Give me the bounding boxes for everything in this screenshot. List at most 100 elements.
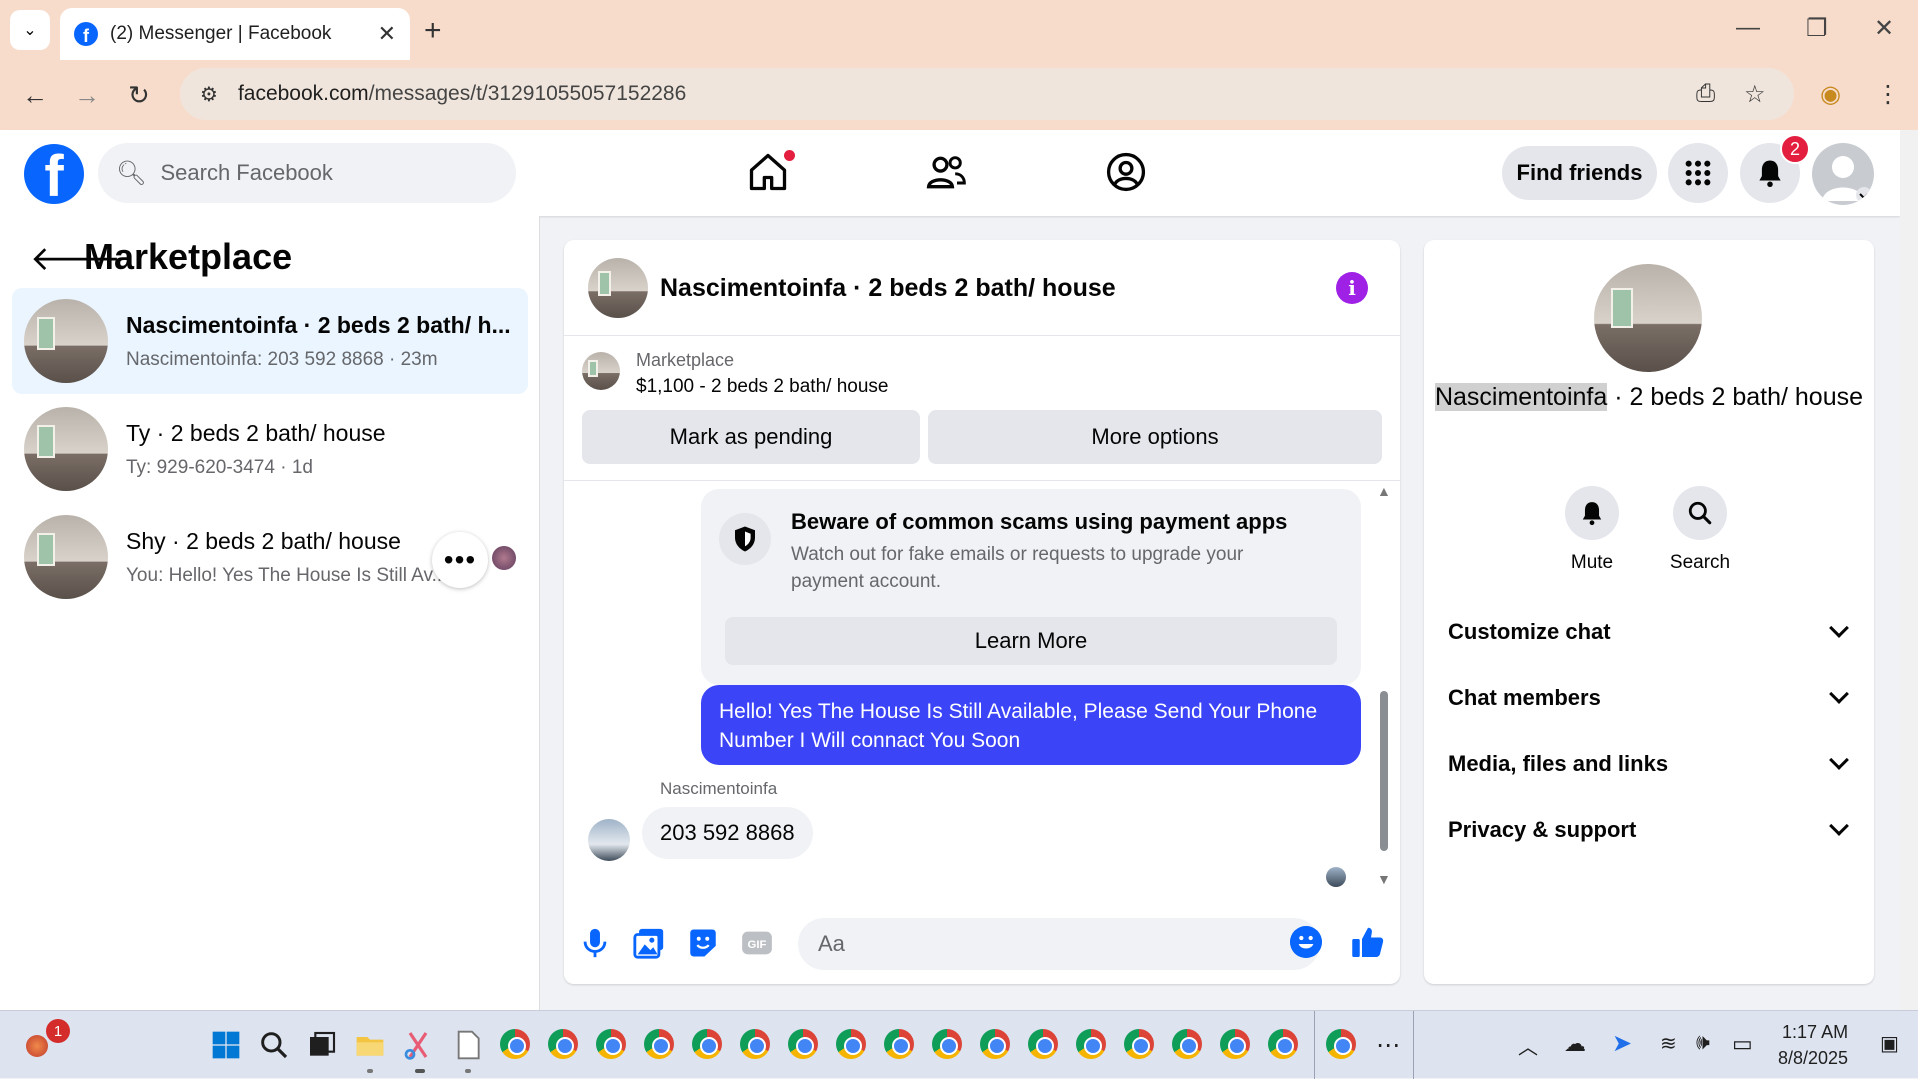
sender-avatar[interactable] xyxy=(588,819,630,861)
chrome-window-icon[interactable] xyxy=(596,1029,626,1059)
forward-icon[interactable]: → xyxy=(74,80,100,111)
location-icon[interactable]: ➤ xyxy=(1612,1029,1632,1058)
scroll-down-icon[interactable]: ▼ xyxy=(1377,871,1391,887)
chat-scrollbar[interactable]: ▲ ▼ xyxy=(1377,481,1391,893)
conversation-item[interactable]: Nascimentoinfa · 2 beds 2 bath/ h... Nas… xyxy=(12,288,528,394)
chrome-window-icon[interactable] xyxy=(548,1029,578,1059)
profile-icon[interactable]: ◉ xyxy=(1820,80,1841,109)
received-message-bubble[interactable]: 203 592 8868 xyxy=(642,807,813,859)
notification-center-icon[interactable]: ▣ xyxy=(1880,1031,1899,1056)
facebook-header: f 🔍︎ Search Facebook Find friends xyxy=(0,130,1900,216)
media-files-links-section[interactable]: Media, files and links xyxy=(1448,744,1852,784)
chrome-active-window-icon[interactable] xyxy=(1326,1029,1356,1059)
contact-name-highlight: Nascimentoinfa xyxy=(1434,383,1608,411)
notepad-icon[interactable] xyxy=(452,1029,484,1061)
site-info-icon[interactable]: ⚙ xyxy=(200,82,218,107)
facebook-favicon-icon: f xyxy=(74,22,98,46)
back-icon[interactable]: ← xyxy=(22,80,48,111)
reload-icon[interactable]: ↻ xyxy=(128,80,150,111)
section-label: Privacy & support xyxy=(1448,817,1637,842)
mark-as-pending-button[interactable]: Mark as pending xyxy=(582,410,920,464)
message-input[interactable]: Aa xyxy=(798,918,1320,970)
chrome-window-icon[interactable] xyxy=(1028,1029,1058,1059)
file-explorer-icon[interactable] xyxy=(354,1029,386,1061)
system-clock[interactable]: 1:17 AM 8/8/2025 xyxy=(1778,1019,1848,1071)
browser-menu-icon[interactable]: ⋮ xyxy=(1876,80,1900,109)
sticker-icon[interactable] xyxy=(686,926,720,960)
volume-icon[interactable]: 🕪 xyxy=(1696,1029,1710,1055)
browser-tab-messenger[interactable]: f (2) Messenger | Facebook ✕ xyxy=(60,8,410,60)
address-bar[interactable]: ⚙ facebook.com/messages/t/31291055057152… xyxy=(180,68,1794,120)
bookmark-star-icon[interactable]: ☆ xyxy=(1744,80,1766,109)
chrome-window-icon[interactable] xyxy=(692,1029,722,1059)
account-avatar[interactable] xyxy=(1812,143,1874,205)
task-view-icon[interactable] xyxy=(306,1029,338,1061)
listing-thumbnail[interactable] xyxy=(582,352,620,390)
minimize-icon[interactable]: — xyxy=(1736,14,1760,42)
contact-avatar[interactable] xyxy=(1594,264,1702,372)
sent-message-bubble[interactable]: Hello! Yes The House Is Still Available,… xyxy=(701,685,1361,765)
clock-date: 8/8/2025 xyxy=(1778,1048,1849,1068)
photo-icon[interactable] xyxy=(632,926,666,960)
chat-avatar[interactable] xyxy=(588,258,648,318)
chat-members-section[interactable]: Chat members xyxy=(1448,678,1852,718)
gif-icon[interactable]: GIF xyxy=(740,926,774,960)
taskbar-search-icon[interactable] xyxy=(258,1029,290,1061)
friends-icon[interactable] xyxy=(924,150,974,196)
chrome-window-icon[interactable] xyxy=(932,1029,962,1059)
chrome-window-icon[interactable] xyxy=(1172,1029,1202,1059)
chrome-window-icon[interactable] xyxy=(1220,1029,1250,1059)
notification-count-badge: 2 xyxy=(1780,134,1810,164)
page-scrollbar[interactable] xyxy=(1900,130,1918,1010)
facebook-logo-icon[interactable]: f xyxy=(24,144,84,204)
show-hidden-icons-icon[interactable]: ︿ xyxy=(1518,1031,1538,1060)
privacy-support-section[interactable]: Privacy & support xyxy=(1448,810,1852,850)
battery-icon[interactable]: ▭ xyxy=(1732,1031,1753,1057)
message-thread[interactable]: Beware of common scams using payment app… xyxy=(564,480,1400,892)
chrome-window-icon[interactable] xyxy=(1268,1029,1298,1059)
chrome-window-icon[interactable] xyxy=(788,1029,818,1059)
scroll-up-icon[interactable]: ▲ xyxy=(1377,483,1391,499)
thumbs-up-icon[interactable] xyxy=(1350,924,1386,960)
more-apps-icon[interactable]: ⋯ xyxy=(1376,1031,1400,1060)
chat-title[interactable]: Nascimentoinfa · 2 beds 2 bath/ house xyxy=(660,274,1116,303)
info-icon[interactable]: i xyxy=(1336,272,1368,304)
search-in-chat-button[interactable]: Search xyxy=(1655,486,1745,574)
chrome-window-icon[interactable] xyxy=(644,1029,674,1059)
window-close-icon[interactable]: ✕ xyxy=(1874,14,1894,43)
tab-close-icon[interactable]: ✕ xyxy=(378,21,396,47)
chrome-window-icon[interactable] xyxy=(1076,1029,1106,1059)
chrome-window-icon[interactable] xyxy=(500,1029,530,1059)
windows-start-icon[interactable] xyxy=(210,1029,242,1061)
microphone-icon[interactable] xyxy=(578,926,612,960)
onedrive-icon[interactable]: ☁ xyxy=(1564,1031,1586,1057)
snipping-tool-icon[interactable] xyxy=(402,1029,434,1061)
find-friends-button[interactable]: Find friends xyxy=(1502,146,1657,200)
scrollbar-thumb[interactable] xyxy=(1380,691,1388,851)
restore-icon[interactable]: ❐ xyxy=(1806,14,1828,43)
learn-more-button[interactable]: Learn More xyxy=(725,617,1337,665)
more-options-button[interactable]: More options xyxy=(928,410,1382,464)
install-app-icon[interactable]: ⎙ xyxy=(1696,80,1715,108)
chrome-window-icon[interactable] xyxy=(980,1029,1010,1059)
conversation-options-button[interactable]: ••• xyxy=(432,532,488,588)
weather-widget-icon[interactable] xyxy=(26,1035,48,1057)
search-facebook-input[interactable]: 🔍︎ Search Facebook xyxy=(98,143,516,203)
tab-search-dropdown-icon[interactable]: ⌄ xyxy=(10,10,50,50)
chrome-window-icon[interactable] xyxy=(740,1029,770,1059)
chat-pane: Nascimentoinfa · 2 beds 2 bath/ house i … xyxy=(564,240,1400,984)
profile-groups-icon[interactable] xyxy=(1104,150,1154,196)
chrome-window-icon[interactable] xyxy=(884,1029,914,1059)
wifi-icon[interactable]: ≋ xyxy=(1660,1031,1677,1056)
chrome-window-icon[interactable] xyxy=(836,1029,866,1059)
new-tab-icon[interactable]: + xyxy=(424,14,442,48)
menu-grid-button[interactable] xyxy=(1668,143,1728,203)
conversation-name: Ty · 2 beds 2 bath/ house xyxy=(126,419,386,446)
svg-text:GIF: GIF xyxy=(748,939,767,951)
mute-button[interactable]: Mute xyxy=(1547,486,1637,574)
listing-price-title[interactable]: $1,100 - 2 beds 2 bath/ house xyxy=(636,376,888,398)
conversation-item[interactable]: Ty · 2 beds 2 bath/ house Ty: 929-620-34… xyxy=(12,396,528,502)
customize-chat-section[interactable]: Customize chat xyxy=(1448,612,1852,652)
chrome-window-icon[interactable] xyxy=(1124,1029,1154,1059)
emoji-icon[interactable] xyxy=(1290,926,1322,958)
